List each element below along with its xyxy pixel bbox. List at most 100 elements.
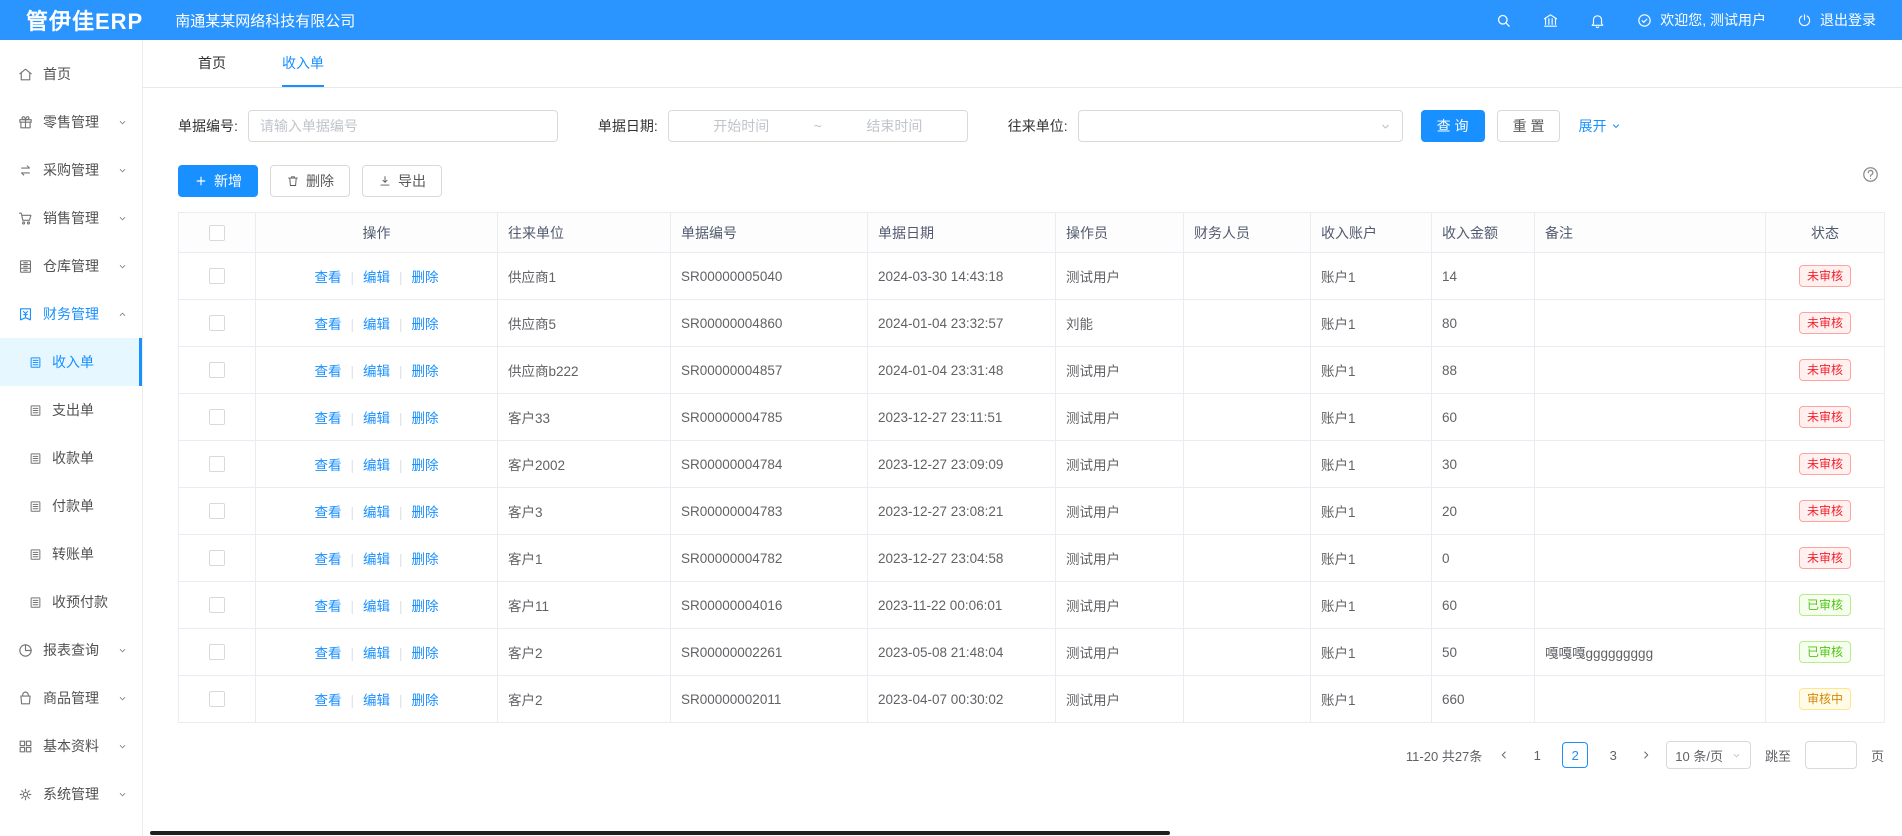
page-size-select[interactable]: 10 条/页 [1666,741,1751,769]
cell-remark [1535,676,1766,723]
bill-no-input[interactable] [248,110,558,142]
row-checkbox[interactable] [209,597,225,613]
doc-icon [28,451,43,466]
horizontal-scrollbar-thumb[interactable] [150,831,1170,835]
jump-page-input[interactable] [1805,741,1857,769]
row-checkbox[interactable] [209,503,225,519]
edit-link[interactable]: 编辑 [363,646,390,661]
edit-link[interactable]: 编辑 [363,505,390,520]
sidebar-subitem-付款单[interactable]: 付款单 [0,482,142,530]
select-all-checkbox[interactable] [209,225,225,241]
search-icon[interactable] [1495,12,1512,29]
sidebar-item-报表查询[interactable]: 报表查询 [0,626,142,674]
edit-link[interactable]: 编辑 [363,364,390,379]
row-checkbox[interactable] [209,644,225,660]
edit-link[interactable]: 编辑 [363,317,390,332]
bill-date-label: 单据日期: [598,116,658,136]
prev-page-icon[interactable] [1498,749,1510,761]
sidebar-item-首页[interactable]: 首页 [0,50,142,98]
bell-icon[interactable] [1589,12,1606,29]
view-link[interactable]: 查看 [314,646,341,661]
finance-icon [17,306,34,323]
row-checkbox[interactable] [209,362,225,378]
view-link[interactable]: 查看 [314,693,341,708]
export-button[interactable]: 导出 [362,165,442,197]
delete-link[interactable]: 删除 [412,411,439,426]
date-range-picker[interactable]: 开始时间 ~ 结束时间 [668,110,968,142]
edit-link[interactable]: 编辑 [363,552,390,567]
sidebar-subitem-转账单[interactable]: 转账单 [0,530,142,578]
row-checkbox[interactable] [209,315,225,331]
delete-button[interactable]: 删除 [270,165,350,197]
delete-link[interactable]: 删除 [412,505,439,520]
edit-link[interactable]: 编辑 [363,270,390,285]
cell-amount: 660 [1432,676,1535,723]
view-link[interactable]: 查看 [314,505,341,520]
delete-link[interactable]: 删除 [412,270,439,285]
bag-icon [17,690,34,707]
delete-link[interactable]: 删除 [412,364,439,379]
sidebar-item-财务管理[interactable]: 财务管理 [0,290,142,338]
cell-partner: 供应商1 [498,253,671,300]
delete-link[interactable]: 删除 [412,458,439,473]
tab-income-bill[interactable]: 收入单 [282,40,324,87]
page-button-2[interactable]: 2 [1562,742,1588,768]
next-page-icon[interactable] [1640,749,1652,761]
sidebar-item-销售管理[interactable]: 销售管理 [0,194,142,242]
view-link[interactable]: 查看 [314,599,341,614]
sidebar-item-仓库管理[interactable]: 仓库管理 [0,242,142,290]
view-link[interactable]: 查看 [314,552,341,567]
delete-link[interactable]: 删除 [412,552,439,567]
row-checkbox[interactable] [209,550,225,566]
edit-link[interactable]: 编辑 [363,599,390,614]
row-checkbox[interactable] [209,691,225,707]
row-checkbox[interactable] [209,268,225,284]
delete-link[interactable]: 删除 [412,646,439,661]
edit-link[interactable]: 编辑 [363,458,390,473]
sidebar-subitem-支出单[interactable]: 支出单 [0,386,142,434]
sidebar-item-基本资料[interactable]: 基本资料 [0,722,142,770]
sidebar-subitem-收入单[interactable]: 收入单 [0,338,142,386]
add-button[interactable]: 新增 [178,165,258,197]
sidebar-subitem-收预付款[interactable]: 收预付款 [0,578,142,626]
help-icon[interactable] [1861,165,1880,184]
chevron-down-icon [117,117,128,128]
logout-button[interactable]: 退出登录 [1796,10,1876,30]
cell-partner: 客户2002 [498,441,671,488]
sidebar-item-系统管理[interactable]: 系统管理 [0,770,142,818]
page-button-3[interactable]: 3 [1600,742,1626,768]
search-button[interactable]: 查 询 [1421,110,1485,142]
doc-icon [28,595,43,610]
bank-icon[interactable] [1542,12,1559,29]
edit-link[interactable]: 编辑 [363,411,390,426]
expand-link[interactable]: 展开 [1578,116,1622,136]
column-header-操作员: 操作员 [1056,213,1184,253]
user-welcome[interactable]: 欢迎您, 测试用户 [1636,10,1766,30]
cell-bill-no: SR00000004784 [671,441,868,488]
tab-home[interactable]: 首页 [198,40,226,87]
view-link[interactable]: 查看 [314,317,341,332]
delete-link[interactable]: 删除 [412,599,439,614]
row-checkbox[interactable] [209,409,225,425]
delete-link[interactable]: 删除 [412,693,439,708]
sidebar-item-零售管理[interactable]: 零售管理 [0,98,142,146]
edit-link[interactable]: 编辑 [363,693,390,708]
chevron-down-icon [117,261,128,272]
cell-operator: 测试用户 [1056,347,1184,394]
sidebar-item-商品管理[interactable]: 商品管理 [0,674,142,722]
page-button-1[interactable]: 1 [1524,742,1550,768]
view-link[interactable]: 查看 [314,270,341,285]
sidebar-subitem-收款单[interactable]: 收款单 [0,434,142,482]
delete-link[interactable]: 删除 [412,317,439,332]
row-checkbox[interactable] [209,456,225,472]
chevron-down-icon [1731,750,1742,761]
view-link[interactable]: 查看 [314,458,341,473]
view-link[interactable]: 查看 [314,411,341,426]
cell-partner: 供应商5 [498,300,671,347]
reset-button[interactable]: 重 置 [1497,110,1561,142]
view-link[interactable]: 查看 [314,364,341,379]
sidebar-item-采购管理[interactable]: 采购管理 [0,146,142,194]
main-content: 首页 收入单 单据编号: 单据日期: 开始时间 ~ 结束时间 往来单位: [143,40,1902,836]
cell-operator: 测试用户 [1056,535,1184,582]
partner-select[interactable] [1078,110,1403,142]
